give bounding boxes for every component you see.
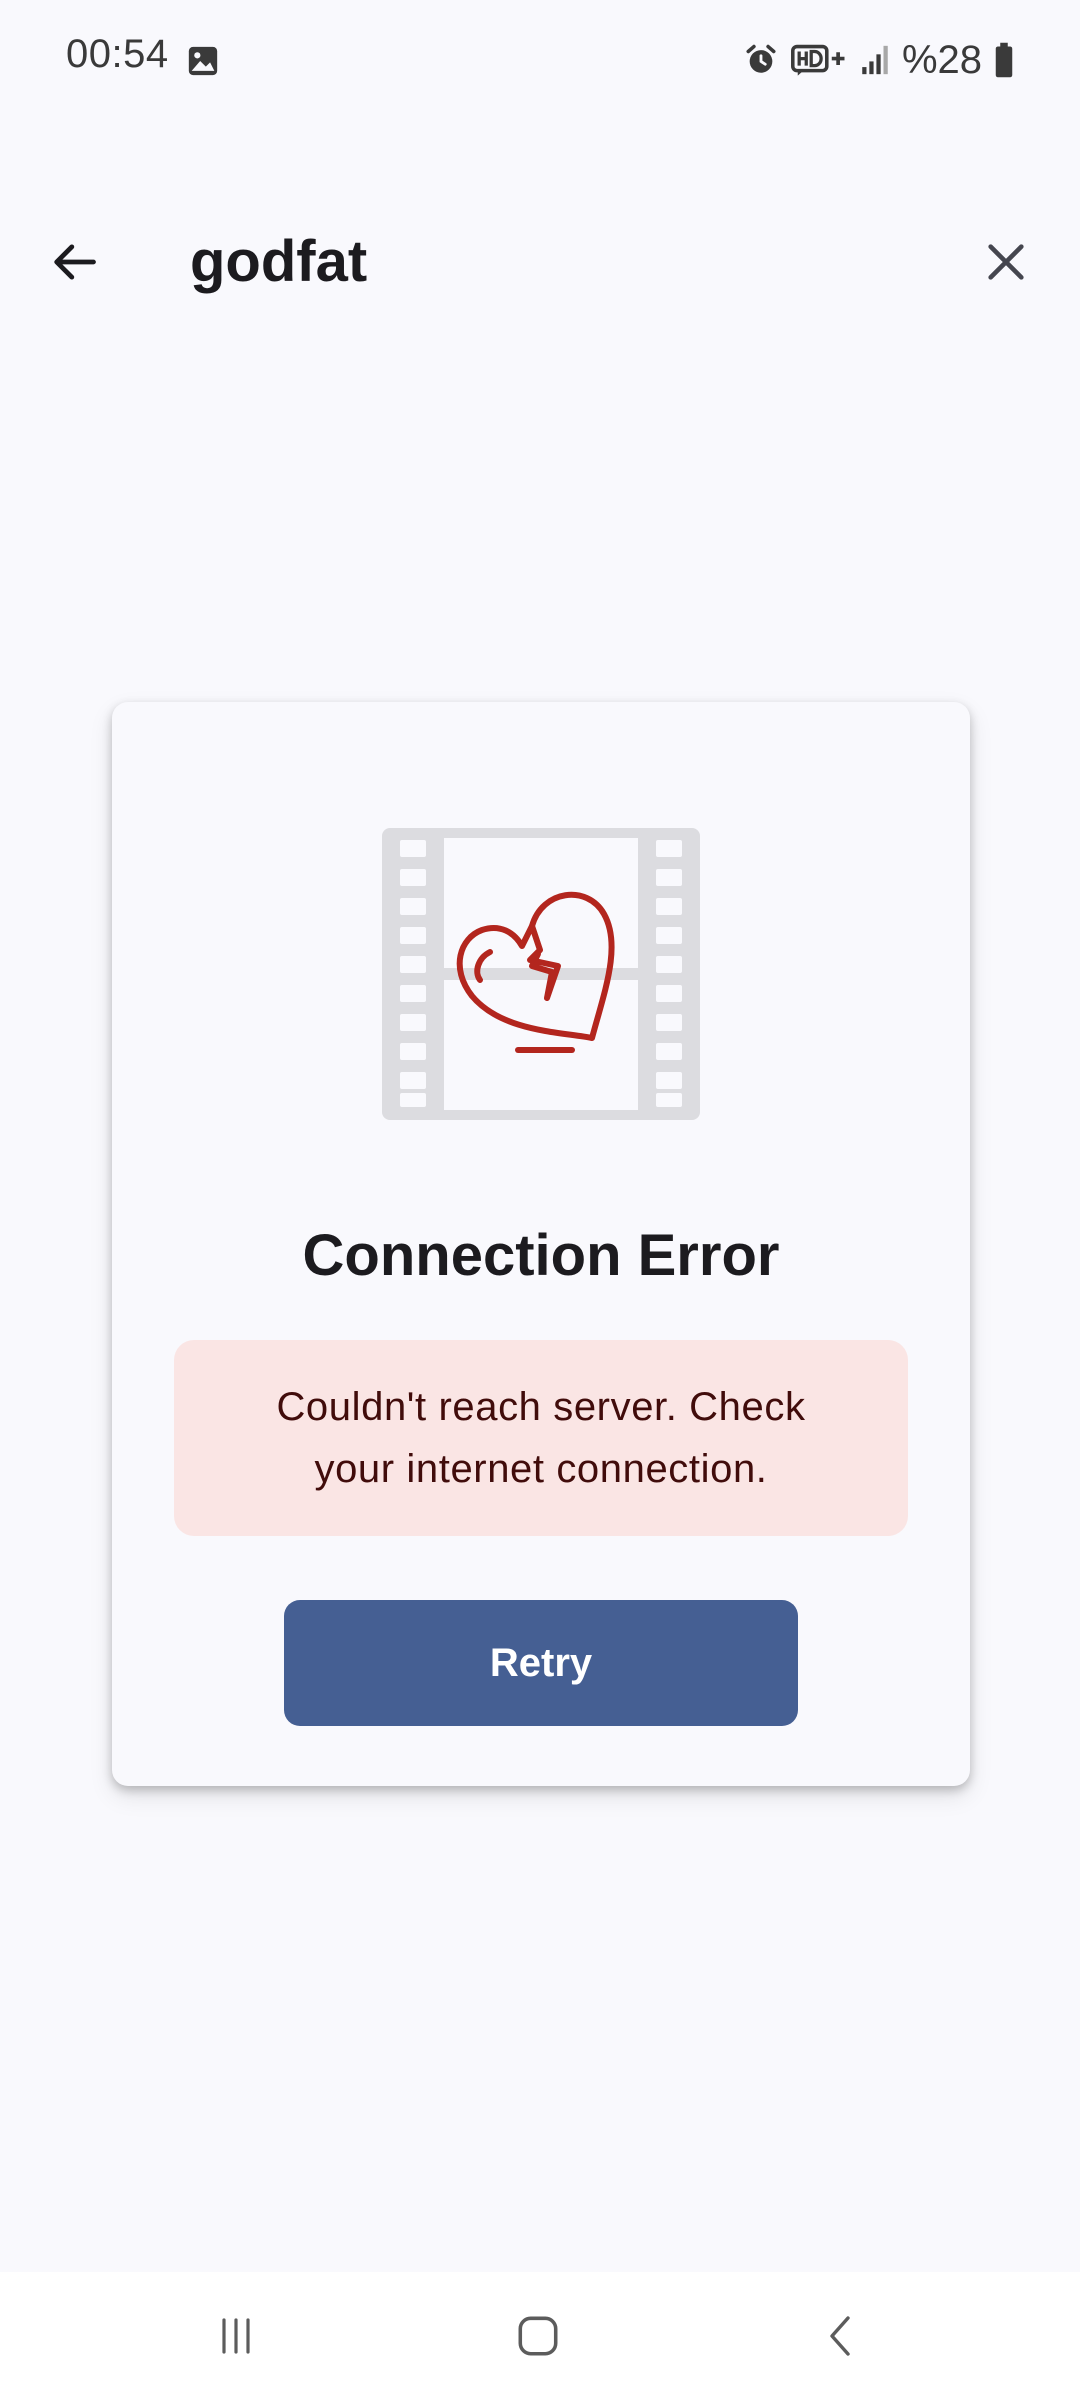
system-nav-bar: [0, 2272, 1080, 2400]
recents-button[interactable]: [196, 2296, 276, 2376]
hd-plus-icon: [790, 44, 845, 76]
retry-button[interactable]: Retry: [284, 1600, 798, 1726]
error-title: Connection Error: [302, 1223, 780, 1288]
signal-icon: [862, 45, 888, 75]
close-icon: [988, 244, 1024, 280]
close-button[interactable]: [966, 222, 1046, 302]
status-bar: 00:54 %28: [0, 0, 1080, 120]
image-icon: [188, 46, 218, 76]
error-message-box: Couldn't reach server. Check your intern…: [174, 1340, 908, 1536]
back-nav-icon: [830, 2316, 850, 2356]
error-card: Connection Error Couldn't reach server. …: [112, 702, 970, 1786]
battery-percent: %28: [901, 37, 982, 82]
battery-icon: [995, 42, 1013, 78]
error-message: Couldn't reach server. Check your intern…: [276, 1385, 806, 1491]
back-button[interactable]: [34, 222, 114, 302]
arrow-back-icon: [54, 244, 96, 280]
recents-icon: [222, 2318, 250, 2354]
page-title: godfat: [190, 229, 368, 294]
status-icons: %28: [744, 30, 1014, 90]
home-button[interactable]: [498, 2296, 578, 2376]
status-time: 00:54: [66, 32, 169, 76]
home-icon: [518, 2316, 558, 2356]
broken-heart-film-icon: [382, 828, 700, 1120]
nav-back-button[interactable]: [802, 2296, 882, 2376]
alarm-icon: [746, 44, 776, 73]
top-app-bar: godfat: [0, 200, 1080, 320]
